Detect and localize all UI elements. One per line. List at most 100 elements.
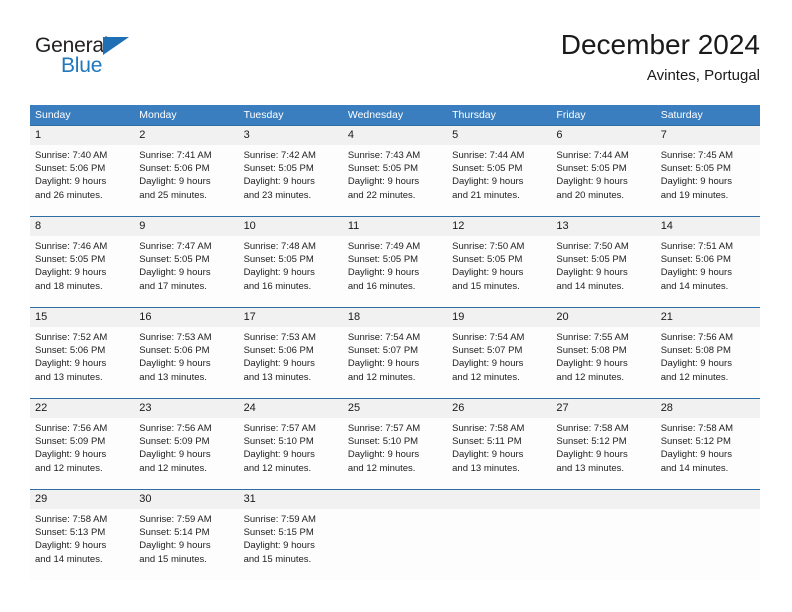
day-number[interactable]: 29 <box>30 490 134 509</box>
day-number-empty <box>343 490 447 509</box>
sunset-text: Sunset: 5:05 PM <box>556 254 627 266</box>
daylight-text-line1: Daylight: 9 hours <box>139 449 211 461</box>
day-number[interactable]: 21 <box>656 308 760 327</box>
sunrise-text: Sunrise: 7:46 AM <box>35 241 108 252</box>
day-number[interactable]: 24 <box>239 399 343 418</box>
daylight-text-line1: Daylight: 9 hours <box>243 449 315 461</box>
daylight-text-line1: Daylight: 9 hours <box>452 267 524 279</box>
day-number[interactable]: 4 <box>343 126 447 145</box>
sunrise-text: Sunrise: 7:59 AM <box>139 514 212 525</box>
daylight-text-line1: Daylight: 9 hours <box>556 267 628 279</box>
calendar-week-row: 1 2 3 4 5 6 7 Sunrise: 7:40 AM Sunset: 5… <box>30 125 760 216</box>
day-number[interactable]: 20 <box>551 308 655 327</box>
sunrise-text: Sunrise: 7:53 AM <box>243 332 316 343</box>
day-number[interactable]: 31 <box>239 490 343 509</box>
sunrise-text: Sunrise: 7:56 AM <box>139 423 212 434</box>
daylight-text-line1: Daylight: 9 hours <box>35 267 107 279</box>
sunset-text: Sunset: 5:05 PM <box>243 254 314 266</box>
daylight-text-line2: and 13 minutes. <box>139 371 207 383</box>
day-cell: Sunrise: 7:58 AM Sunset: 5:13 PM Dayligh… <box>30 509 134 580</box>
weekday-header-monday: Monday <box>139 109 177 121</box>
day-number[interactable]: 28 <box>656 399 760 418</box>
sunrise-text: Sunrise: 7:54 AM <box>347 332 421 343</box>
daylight-text-line2: and 12 minutes. <box>660 371 729 383</box>
day-number[interactable]: 17 <box>239 308 343 327</box>
day-number[interactable]: 6 <box>551 126 655 145</box>
day-cell: Sunrise: 7:55 AM Sunset: 5:08 PM Dayligh… <box>551 327 655 398</box>
weekday-header-saturday: Saturday <box>660 109 703 121</box>
day-number[interactable]: 10 <box>239 217 343 236</box>
day-number[interactable]: 23 <box>134 399 238 418</box>
day-cell: Sunrise: 7:49 AM Sunset: 5:05 PM Dayligh… <box>343 236 447 307</box>
sunset-text: Sunset: 5:10 PM <box>243 436 314 448</box>
sunrise-text: Sunrise: 7:51 AM <box>660 241 734 252</box>
daylight-text-line1: Daylight: 9 hours <box>660 358 732 370</box>
daylight-text-line1: Daylight: 9 hours <box>347 449 420 461</box>
sunset-text: Sunset: 5:05 PM <box>35 254 106 266</box>
sunrise-text: Sunrise: 7:58 AM <box>35 514 108 525</box>
sunset-text: Sunset: 5:08 PM <box>556 345 627 357</box>
daylight-text-line1: Daylight: 9 hours <box>556 358 628 370</box>
daylight-text-line1: Daylight: 9 hours <box>35 540 107 552</box>
day-detail-row: Sunrise: 7:56 AM Sunset: 5:09 PM Dayligh… <box>30 418 760 489</box>
day-number-row: 8 9 10 11 12 13 14 <box>30 217 760 236</box>
day-number[interactable]: 8 <box>30 217 134 236</box>
sunset-text: Sunset: 5:05 PM <box>347 163 419 175</box>
day-number[interactable]: 27 <box>551 399 655 418</box>
daylight-text-line2: and 25 minutes. <box>139 189 207 201</box>
day-cell: Sunrise: 7:47 AM Sunset: 5:05 PM Dayligh… <box>134 236 238 307</box>
day-cell: Sunrise: 7:57 AM Sunset: 5:10 PM Dayligh… <box>239 418 343 489</box>
triangle-flag-icon <box>103 37 129 55</box>
daylight-text-line1: Daylight: 9 hours <box>556 449 628 461</box>
day-detail-row: Sunrise: 7:52 AM Sunset: 5:06 PM Dayligh… <box>30 327 760 398</box>
calendar-grid: Sunday Monday Tuesday Wednesday Thursday… <box>30 105 760 580</box>
day-number[interactable]: 26 <box>447 399 551 418</box>
calendar-week-row: 15 16 17 18 19 20 21 Sunrise: 7:52 AM Su… <box>30 307 760 398</box>
weekday-header-row: Sunday Monday Tuesday Wednesday Thursday… <box>30 105 760 125</box>
sunset-text: Sunset: 5:05 PM <box>452 254 523 266</box>
sunset-text: Sunset: 5:05 PM <box>139 254 210 266</box>
brand-name-blue: Blue <box>61 54 103 77</box>
daylight-text-line1: Daylight: 9 hours <box>347 267 420 279</box>
day-number[interactable]: 30 <box>134 490 238 509</box>
weekday-header-friday: Friday <box>556 109 586 121</box>
day-cell: Sunrise: 7:59 AM Sunset: 5:14 PM Dayligh… <box>134 509 238 580</box>
sunrise-text: Sunrise: 7:44 AM <box>452 150 525 161</box>
day-number[interactable]: 13 <box>551 217 655 236</box>
day-number[interactable]: 22 <box>30 399 134 418</box>
day-number[interactable]: 2 <box>134 126 238 145</box>
day-number[interactable]: 9 <box>134 217 238 236</box>
daylight-text-line1: Daylight: 9 hours <box>243 176 315 188</box>
sunrise-text: Sunrise: 7:47 AM <box>139 241 212 252</box>
day-number[interactable]: 5 <box>447 126 551 145</box>
sunset-text: Sunset: 5:05 PM <box>660 163 731 175</box>
day-number[interactable]: 18 <box>343 308 447 327</box>
day-number[interactable]: 12 <box>447 217 551 236</box>
day-cell: Sunrise: 7:50 AM Sunset: 5:05 PM Dayligh… <box>447 236 551 307</box>
day-number[interactable]: 11 <box>343 217 447 236</box>
day-detail-row: Sunrise: 7:58 AM Sunset: 5:13 PM Dayligh… <box>30 509 760 580</box>
day-number-row: 22 23 24 25 26 27 28 <box>30 399 760 418</box>
daylight-text-line2: and 14 minutes. <box>660 280 729 292</box>
sunset-text: Sunset: 5:09 PM <box>139 436 210 448</box>
day-number[interactable]: 25 <box>343 399 447 418</box>
day-number[interactable]: 19 <box>447 308 551 327</box>
day-number[interactable]: 3 <box>239 126 343 145</box>
day-number[interactable]: 7 <box>656 126 760 145</box>
day-number[interactable]: 1 <box>30 126 134 145</box>
brand-logo[interactable]: General Blue <box>35 34 155 84</box>
day-cell: Sunrise: 7:58 AM Sunset: 5:12 PM Dayligh… <box>656 418 760 489</box>
day-number[interactable]: 16 <box>134 308 238 327</box>
daylight-text-line1: Daylight: 9 hours <box>452 176 524 188</box>
daylight-text-line2: and 12 minutes. <box>347 371 416 383</box>
day-number[interactable]: 15 <box>30 308 134 327</box>
day-number[interactable]: 14 <box>656 217 760 236</box>
sunset-text: Sunset: 5:06 PM <box>243 345 314 357</box>
daylight-text-line1: Daylight: 9 hours <box>139 176 211 188</box>
day-cell: Sunrise: 7:58 AM Sunset: 5:11 PM Dayligh… <box>447 418 551 489</box>
daylight-text-line2: and 15 minutes. <box>243 553 312 565</box>
day-cell: Sunrise: 7:45 AM Sunset: 5:05 PM Dayligh… <box>656 145 760 216</box>
title-block: December 2024 Avintes, Portugal <box>561 28 760 85</box>
sunset-text: Sunset: 5:12 PM <box>660 436 731 448</box>
sunset-text: Sunset: 5:05 PM <box>347 254 419 266</box>
